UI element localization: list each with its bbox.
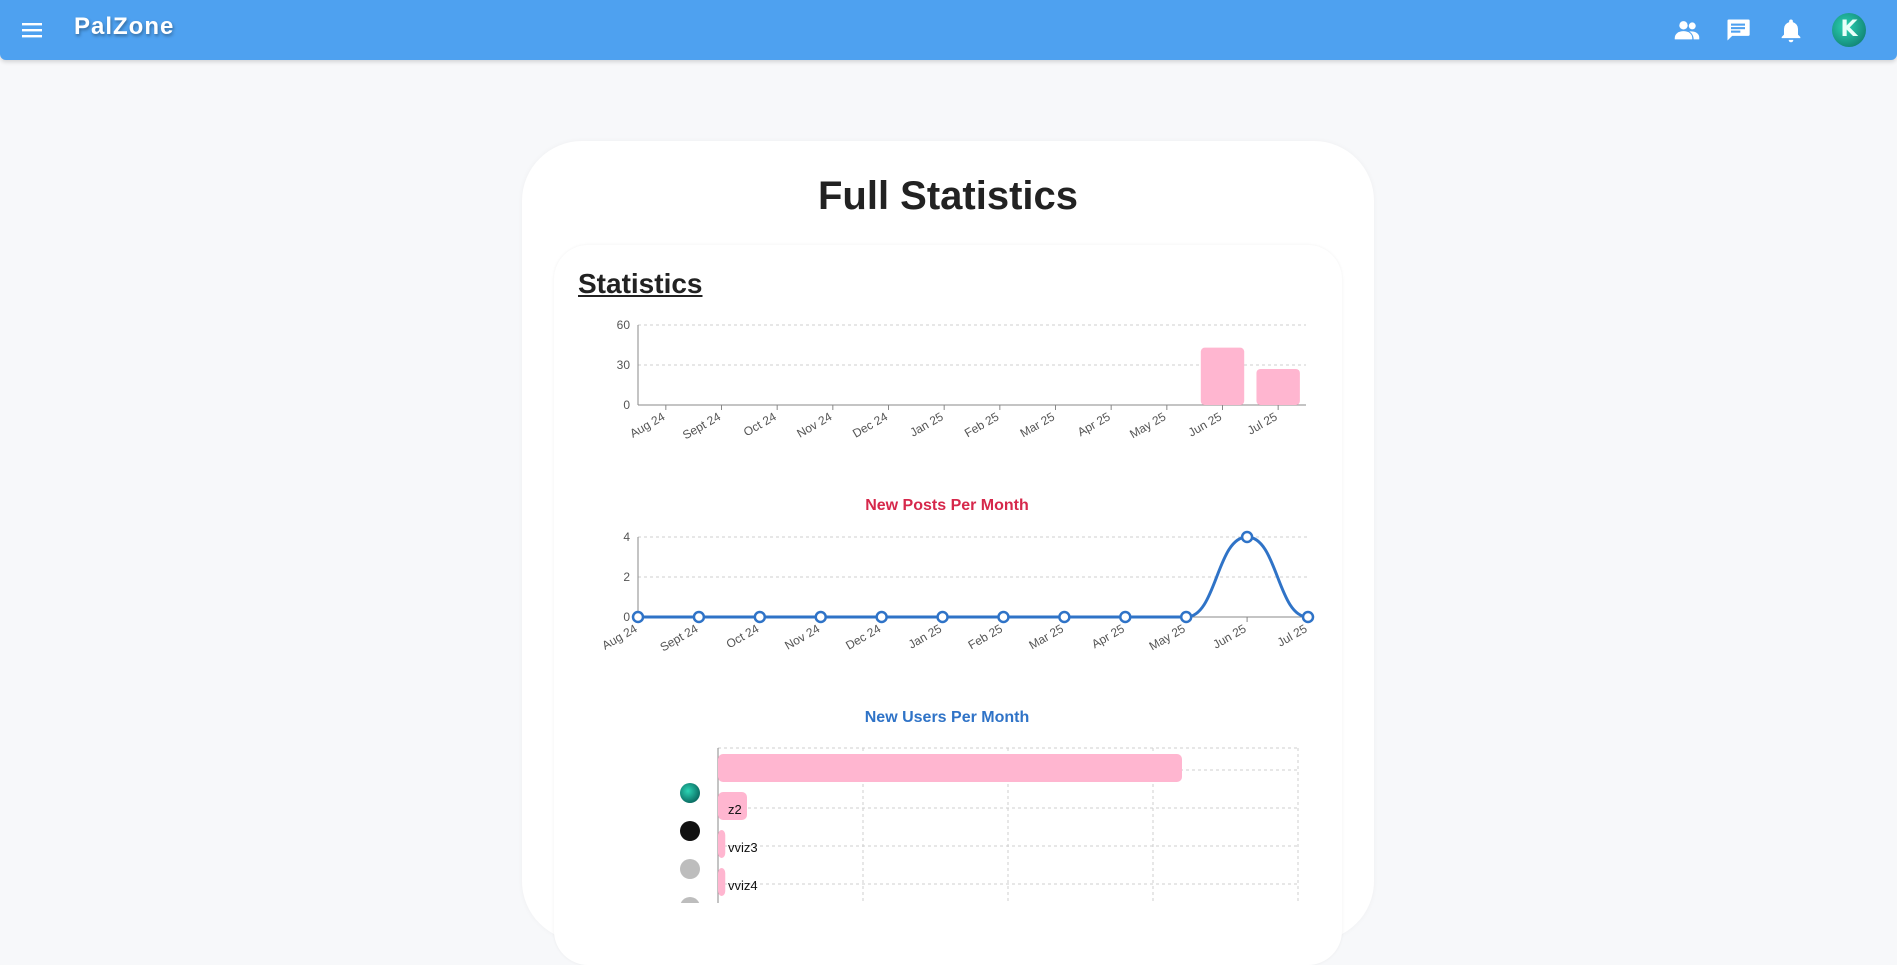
- chat-icon[interactable]: [1724, 16, 1752, 44]
- page-title: Full Statistics: [817, 174, 1079, 218]
- brand-logo[interactable]: PalZone: [74, 13, 174, 41]
- top-bar: PalZone K: [0, 0, 1897, 60]
- statistics-card: [554, 245, 1342, 965]
- bell-icon[interactable]: [1777, 16, 1805, 44]
- people-icon[interactable]: [1673, 16, 1701, 44]
- menu-icon[interactable]: [20, 18, 44, 42]
- user-avatar[interactable]: K: [1832, 13, 1866, 47]
- section-heading: Statistics: [578, 268, 703, 299]
- statistics-panel: Full Statistics: [522, 141, 1374, 965]
- avatar-letter: K: [1840, 17, 1858, 42]
